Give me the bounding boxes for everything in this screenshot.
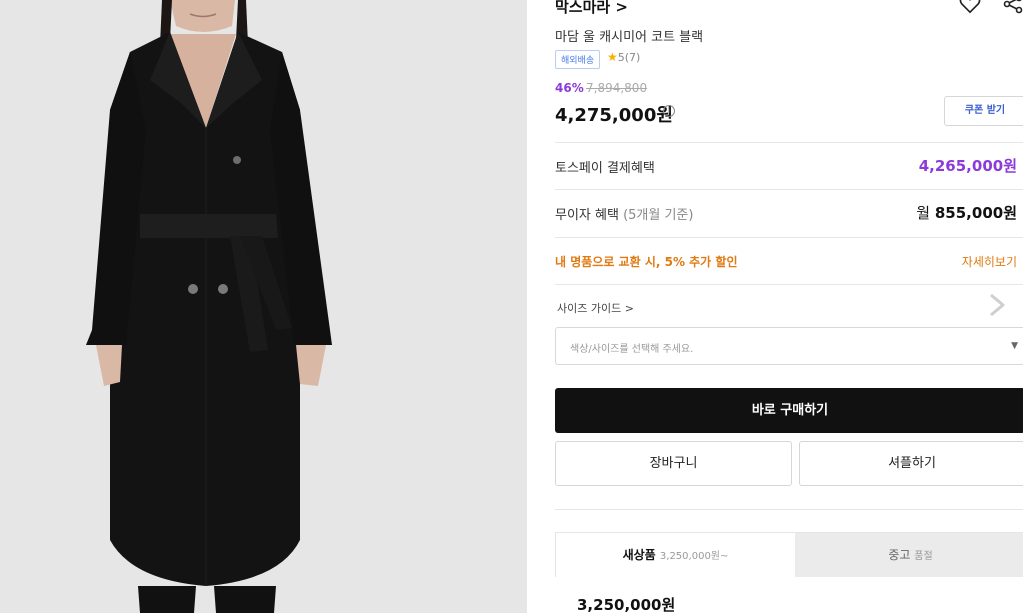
tab-new-product[interactable]: 새상품 3,250,000원~: [556, 533, 795, 577]
toss-pay-price: 4,265,000원: [918, 157, 1017, 175]
product-name: 마담 울 캐시미어 코트 블랙: [555, 30, 704, 45]
share-button[interactable]: [1003, 0, 1023, 18]
share-icon: [1003, 0, 1023, 14]
monthly-prefix: 월: [916, 204, 931, 222]
buy-now-button[interactable]: 바로 구매하기: [555, 388, 1023, 433]
no-interest-title: 무이자 혜택: [555, 208, 619, 223]
tab-new-label: 새상품: [622, 548, 656, 562]
divider: [555, 189, 1023, 190]
toss-pay-label: 토스페이 결제혜택: [555, 161, 655, 176]
sale-price: 4,275,000원: [555, 105, 673, 126]
condition-tabs: 새상품 3,250,000원~ 중고 품절: [555, 532, 1023, 577]
brand-link[interactable]: 막스마라 >: [555, 0, 628, 17]
tab-used-status: 품절: [914, 551, 933, 562]
star-icon: ★: [607, 50, 618, 64]
product-image: [0, 0, 527, 613]
size-guide-link[interactable]: 사이즈 가이드 >: [557, 300, 634, 316]
heart-icon: [959, 0, 981, 14]
tab-new-price: 3,250,000원~: [659, 551, 729, 562]
no-interest-label: 무이자 혜택 (5개월 기준): [555, 204, 693, 223]
discount-rate: 46%: [555, 81, 584, 95]
overseas-shipping-badge: 해외배송: [555, 50, 601, 69]
chevron-right-icon: [990, 293, 1005, 317]
no-interest-value: 월 855,000원: [916, 202, 1017, 223]
product-info-panel: 막스마라 > 마담 울 캐시미어 코트 블랙 해외배송 ★5(7) 46% 7,…: [527, 0, 1023, 613]
info-icon[interactable]: i: [663, 105, 675, 117]
no-interest-sub: (5개월 기준): [623, 208, 694, 223]
exchange-discount-label: 내 명품으로 교환 시, 5% 추가 할인: [555, 255, 738, 269]
tab-used-label: 중고: [888, 548, 911, 562]
exchange-details-link[interactable]: 자세히보기: [962, 253, 1017, 270]
coat-illustration: [86, 0, 332, 613]
wishlist-button[interactable]: [959, 0, 981, 18]
option-select-placeholder: 색상/사이즈를 선택해 주세요.: [570, 344, 694, 355]
option-select[interactable]: 색상/사이즈를 선택해 주세요. ▼: [555, 327, 1023, 365]
divider: [555, 284, 1023, 285]
rating-text: 5(7): [617, 51, 641, 64]
monthly-amount: 855,000원: [934, 204, 1017, 222]
rating[interactable]: ★5(7): [607, 50, 640, 64]
new-product-price: 3,250,000원: [577, 596, 676, 613]
divider: [555, 237, 1023, 238]
shuffle-button[interactable]: 셔플하기: [799, 441, 1023, 486]
coupon-button[interactable]: 쿠폰 받기: [944, 96, 1023, 126]
chevron-down-icon: ▼: [1011, 341, 1018, 351]
original-price: 7,894,800: [586, 81, 648, 95]
divider: [555, 142, 1023, 143]
size-guide-arrow[interactable]: [985, 292, 1009, 322]
add-to-cart-button[interactable]: 장바구니: [555, 441, 792, 486]
divider: [555, 509, 1023, 510]
tab-used-product[interactable]: 중고 품절: [795, 533, 1023, 577]
